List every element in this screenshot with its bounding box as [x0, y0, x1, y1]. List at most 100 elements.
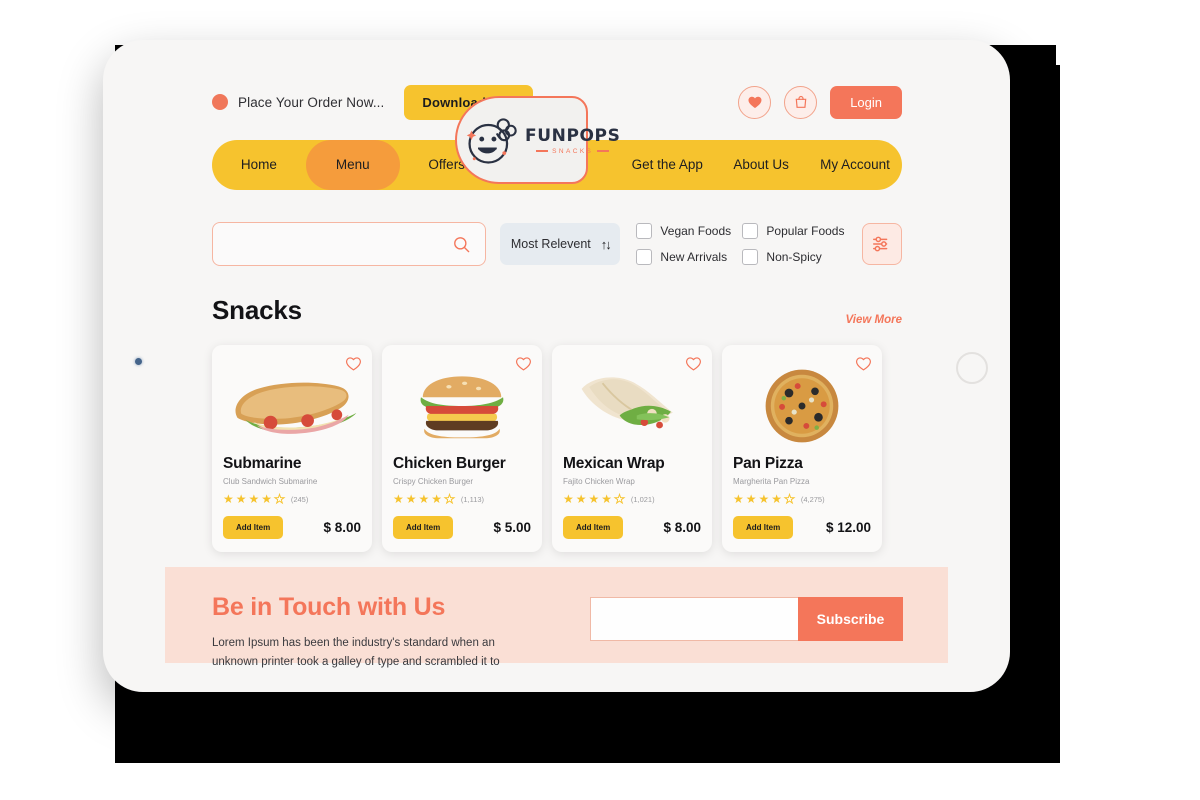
checkbox-label: New Arrivals: [660, 250, 728, 264]
star-empty-icon: ★: [614, 492, 626, 506]
mexican-wrap-image: [581, 377, 673, 429]
star-icon: ★: [745, 492, 757, 506]
status-dot-icon: [212, 94, 228, 110]
subscribe-button[interactable]: Subscribe: [798, 597, 903, 641]
checkbox-label: Popular Foods: [766, 224, 845, 238]
product-card[interactable]: Pan Pizza Margherita Pan Pizza ★ ★ ★ ★ ★…: [722, 345, 882, 552]
newsletter-section: Be in Touch with Us Lorem Ipsum has been…: [165, 567, 948, 668]
add-item-button[interactable]: Add Item: [563, 516, 624, 539]
heart-outline-icon[interactable]: [515, 355, 532, 372]
sort-dropdown[interactable]: Most Relevent ↑↓: [500, 223, 621, 265]
heart-outline-icon[interactable]: [855, 355, 872, 372]
navigation: Home Menu Offers Get the App About Us My…: [212, 96, 902, 190]
checkbox-non-spicy[interactable]: Non-Spicy: [742, 244, 846, 270]
checkbox-vegan-foods[interactable]: Vegan Foods: [636, 218, 740, 244]
rating-count: (1,113): [460, 494, 485, 504]
nav-item-my-account[interactable]: My Account: [808, 140, 902, 190]
home-button[interactable]: [956, 352, 988, 384]
heart-outline-icon[interactable]: [345, 355, 362, 372]
nav-item-menu[interactable]: Menu: [305, 140, 400, 190]
star-icon: ★: [563, 492, 574, 506]
sort-dropdown-label: Most Relevent: [510, 237, 591, 251]
product-image: [563, 367, 701, 445]
star-icon: ★: [405, 492, 417, 506]
view-more-link[interactable]: View More: [846, 314, 902, 326]
pan-pizza-image: [765, 369, 839, 443]
product-card-footer: Add Item $ 8.00: [223, 516, 361, 539]
add-item-button[interactable]: Add Item: [733, 516, 794, 539]
search-input[interactable]: [227, 236, 453, 252]
product-card-footer: Add Item $ 12.00: [733, 516, 871, 539]
product-subtitle: Fajito Chicken Wrap: [563, 477, 635, 486]
star-empty-icon: ★: [274, 492, 286, 506]
heart-outline-icon[interactable]: [685, 355, 702, 372]
browser-viewport: Place Your Order Now... Download App Log…: [165, 40, 948, 692]
add-item-button[interactable]: Add Item: [223, 516, 284, 539]
star-icon: ★: [771, 492, 783, 506]
heart-icon: [748, 96, 762, 108]
nav-item-get-the-app[interactable]: Get the App: [620, 140, 714, 190]
rating-count: (1,021): [630, 494, 655, 504]
checkbox-box-icon[interactable]: [636, 223, 653, 239]
device-silhouette-notch: [1056, 45, 1060, 65]
checkbox-popular-foods[interactable]: Popular Foods: [742, 218, 846, 244]
wishlist-button[interactable]: [738, 85, 772, 119]
search-box[interactable]: [212, 222, 487, 266]
star-empty-icon: ★: [444, 492, 456, 506]
star-icon: ★: [235, 492, 247, 506]
product-name: Mexican Wrap: [563, 455, 665, 472]
checkbox-new-arrivals[interactable]: New Arrivals: [636, 244, 740, 270]
star-icon: ★: [223, 492, 234, 506]
product-name: Pan Pizza: [733, 455, 803, 472]
product-image: [733, 367, 871, 445]
search-filter-row: Most Relevent ↑↓ Vegan Foods Popular Foo…: [212, 215, 902, 273]
star-icon: ★: [575, 492, 587, 506]
product-price: $ 5.00: [493, 520, 531, 535]
product-card-footer: Add Item $ 8.00: [563, 516, 701, 539]
star-icon: ★: [248, 492, 260, 506]
nav-item-home[interactable]: Home: [212, 140, 306, 190]
filter-checkbox-group: Vegan Foods Popular Foods New Arrivals N…: [636, 218, 846, 270]
add-item-button[interactable]: Add Item: [393, 516, 454, 539]
sort-arrows-icon: ↑↓: [600, 236, 612, 252]
star-icon: ★: [758, 492, 770, 506]
star-icon: ★: [261, 492, 273, 506]
product-rating: ★ ★ ★ ★ ★ (1,021): [563, 492, 701, 506]
product-price: $ 8.00: [663, 520, 701, 535]
product-card[interactable]: Chicken Burger Crispy Chicken Burger ★ ★…: [382, 345, 542, 552]
product-card[interactable]: Submarine Club Sandwich Submarine ★ ★ ★ …: [212, 345, 372, 552]
login-button[interactable]: Login: [830, 85, 902, 119]
page-title: Snacks: [212, 295, 302, 325]
star-icon: ★: [393, 492, 404, 506]
screenshot-stage: Place Your Order Now... Download App Log…: [0, 0, 1200, 800]
star-icon: ★: [733, 492, 744, 506]
newsletter-email-input[interactable]: [590, 597, 798, 641]
chicken-burger-image: [420, 376, 504, 439]
newsletter-form: Subscribe: [590, 597, 903, 641]
product-name: Submarine: [223, 455, 302, 472]
brand-logo[interactable]: FUNPOPS SNACKS: [455, 96, 620, 184]
product-image: [223, 367, 361, 445]
section-header: Snacks View More: [212, 295, 902, 326]
rating-count: (245): [290, 494, 309, 504]
product-subtitle: Margherita Pan Pizza: [733, 477, 810, 486]
mascot-face-icon: [466, 118, 517, 164]
cart-button[interactable]: [784, 85, 818, 119]
brand-wordmark: FUNPOPS SNACKS: [525, 126, 620, 155]
checkbox-box-icon[interactable]: [636, 249, 653, 265]
sliders-icon: [873, 236, 888, 252]
product-card-footer: Add Item $ 5.00: [393, 516, 531, 539]
star-icon: ★: [588, 492, 600, 506]
search-icon[interactable]: [452, 235, 471, 254]
star-icon: ★: [418, 492, 430, 506]
advanced-filter-button[interactable]: [862, 223, 902, 265]
newsletter-description: Lorem Ipsum has been the industry's stan…: [212, 637, 500, 668]
product-grid: Submarine Club Sandwich Submarine ★ ★ ★ …: [212, 345, 902, 552]
checkbox-box-icon[interactable]: [742, 249, 759, 265]
product-card[interactable]: Mexican Wrap Fajito Chicken Wrap ★ ★ ★ ★…: [552, 345, 712, 552]
product-subtitle: Club Sandwich Submarine: [223, 477, 318, 486]
nav-item-about-us[interactable]: About Us: [714, 140, 808, 190]
checkbox-box-icon[interactable]: [742, 223, 759, 239]
product-rating: ★ ★ ★ ★ ★ (1,113): [393, 492, 531, 506]
tablet-device: Place Your Order Now... Download App Log…: [103, 40, 1010, 692]
